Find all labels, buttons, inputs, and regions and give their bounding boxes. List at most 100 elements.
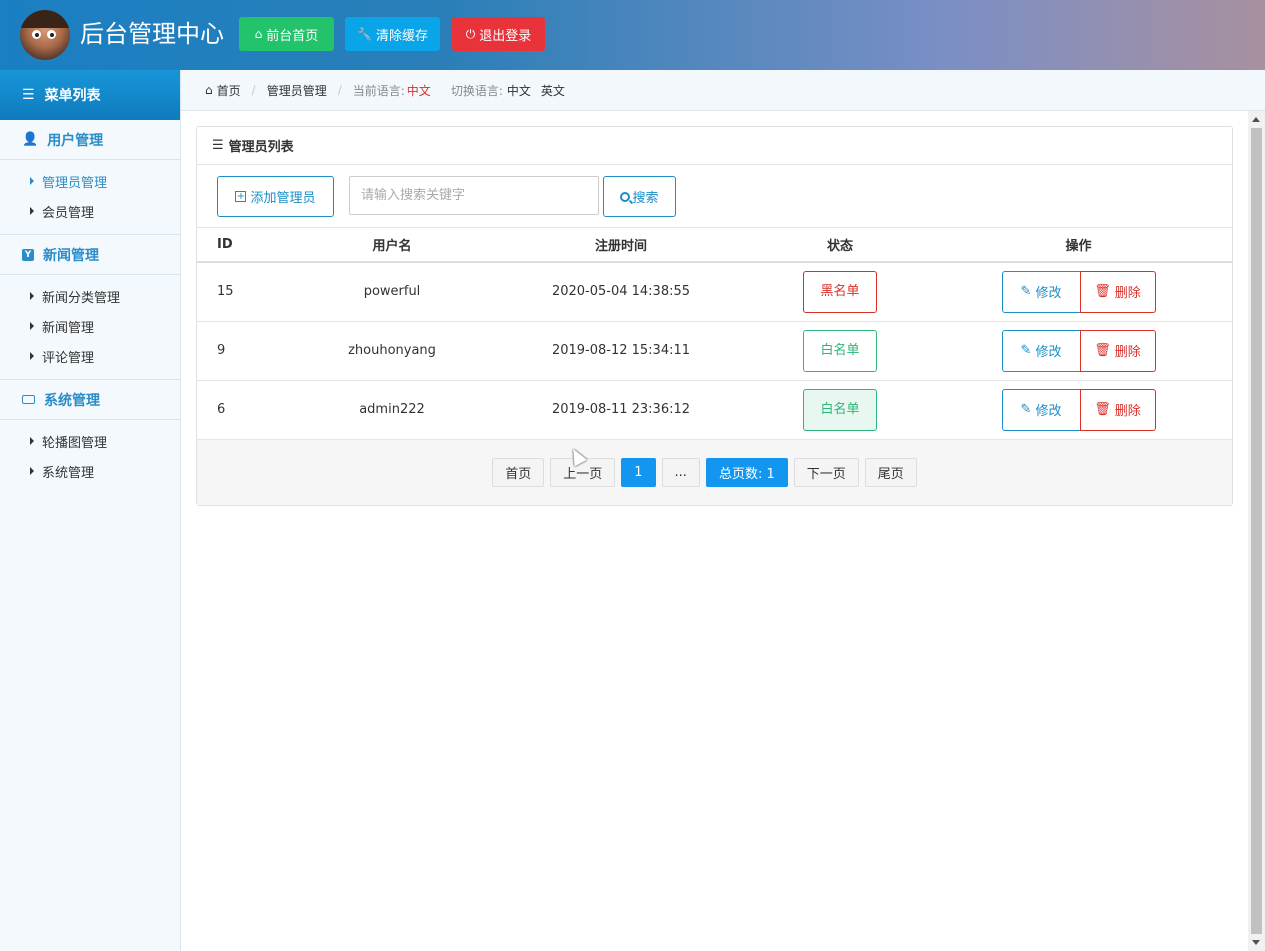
- column-header-status: 状态: [755, 228, 925, 263]
- table-row: 6 admin222 2019-08-11 23:36:12 白名单 ✎ 修改 …: [197, 380, 1232, 440]
- menu-header: ☰ 菜单列表: [0, 70, 180, 120]
- search-button[interactable]: 搜索: [603, 176, 676, 217]
- scroll-down-icon[interactable]: [1252, 940, 1260, 945]
- sidebar-item-news[interactable]: 新闻管理: [0, 311, 180, 341]
- first-page-button[interactable]: 首页: [492, 457, 545, 487]
- caret-right-icon: [30, 207, 34, 215]
- cell-username: zhouhonyang: [297, 321, 487, 381]
- trash-icon: 🗑: [1094, 343, 1111, 358]
- edit-icon: ✎: [1020, 343, 1032, 358]
- edit-icon: ✎: [1020, 284, 1032, 300]
- home-icon: ⌂: [205, 83, 213, 97]
- cell-id: 9: [197, 321, 297, 381]
- sidebar-group-system[interactable]: 系统管理: [0, 380, 180, 420]
- list-icon: ☰: [212, 138, 224, 153]
- plus-square-icon: +: [235, 191, 247, 202]
- cell-username: powerful: [297, 262, 487, 322]
- panel-title: 管理员列表: [228, 140, 294, 155]
- edit-button[interactable]: ✎ 修改: [1001, 388, 1081, 431]
- breadcrumb: ⌂ 首页 / 管理员管理 / 当前语言: 中文 切换语言: 中文 英文: [181, 70, 1265, 111]
- last-page-button[interactable]: 尾页: [864, 457, 917, 487]
- current-language-label: 当前语言:: [352, 83, 405, 98]
- edit-button[interactable]: ✎ 修改: [1001, 270, 1081, 313]
- sidebar-item-member[interactable]: 会员管理: [0, 196, 180, 226]
- vertical-scrollbar[interactable]: [1248, 111, 1265, 951]
- scroll-up-icon[interactable]: [1252, 117, 1260, 122]
- sidebar: ☰ 菜单列表 👤 用户管理 管理员管理 会员管理 Y 新闻管理 新闻分类管理 新…: [0, 70, 181, 951]
- add-admin-button[interactable]: + 添加管理员: [217, 176, 334, 217]
- breadcrumb-home[interactable]: 首页: [217, 82, 241, 99]
- status-badge[interactable]: 黑名单: [803, 270, 877, 313]
- site-title: 后台管理中心: [80, 20, 224, 48]
- caret-right-icon: [30, 177, 34, 185]
- toolbar: + 添加管理员 搜索: [197, 165, 1232, 228]
- cell-time: 2019-08-11 23:36:12: [487, 380, 755, 440]
- power-icon: ⏻: [465, 26, 476, 41]
- sidebar-item-system[interactable]: 系统管理: [0, 456, 180, 486]
- sidebar-group-news[interactable]: Y 新闻管理: [0, 235, 180, 275]
- table-header-row: ID 用户名 注册时间 状态 操作: [197, 228, 1232, 263]
- switch-language-en[interactable]: 英文: [541, 82, 565, 99]
- user-icon: 👤: [22, 132, 39, 147]
- admin-list-panel: ☰ 管理员列表 + 添加管理员 搜索 ID 用户名 注册时间 状态 操作: [196, 126, 1233, 506]
- caret-right-icon: [30, 292, 34, 300]
- cell-id: 15: [197, 262, 297, 322]
- sidebar-group-user[interactable]: 👤 用户管理: [0, 120, 180, 160]
- edit-icon: ✎: [1020, 402, 1032, 417]
- pagination-ellipsis: ...: [661, 457, 700, 487]
- table-row: 9 zhouhonyang 2019-08-12 15:34:11 白名单 ✎ …: [197, 321, 1232, 381]
- row-actions: ✎ 修改 🗑 删除: [1001, 270, 1156, 313]
- column-header-id: ID: [197, 228, 297, 263]
- table-row: 15 powerful 2020-05-04 14:38:55 黑名单 ✎ 修改…: [197, 262, 1232, 322]
- home-icon: ⌂: [254, 27, 263, 41]
- delete-button[interactable]: 🗑 删除: [1079, 388, 1156, 431]
- cell-time: 2019-08-12 15:34:11: [487, 321, 755, 381]
- switch-language-zh[interactable]: 中文: [507, 82, 531, 99]
- caret-right-icon: [30, 467, 34, 475]
- cell-username: admin222: [297, 380, 487, 440]
- scroll-thumb[interactable]: [1251, 128, 1262, 934]
- cell-time: 2020-05-04 14:38:55: [487, 262, 755, 322]
- delete-button[interactable]: 🗑 删除: [1079, 329, 1156, 372]
- total-pages-badge: 总页数: 1: [705, 457, 788, 487]
- wrench-icon: 🔧: [357, 27, 372, 41]
- drive-icon: [22, 395, 35, 404]
- column-header-time: 注册时间: [487, 228, 755, 263]
- sidebar-item-comments[interactable]: 评论管理: [0, 341, 180, 371]
- sidebar-item-news-category[interactable]: 新闻分类管理: [0, 281, 180, 311]
- breadcrumb-separator: /: [251, 83, 256, 97]
- sidebar-item-admin[interactable]: 管理员管理: [0, 166, 180, 196]
- top-header: 后台管理中心 ⌂ 前台首页 🔧 清除缓存 ⏻ 退出登录: [0, 0, 1265, 70]
- search-input[interactable]: [349, 176, 599, 215]
- caret-right-icon: [30, 322, 34, 330]
- status-badge[interactable]: 白名单: [803, 388, 877, 431]
- column-header-username: 用户名: [297, 228, 487, 263]
- delete-button[interactable]: 🗑 删除: [1079, 270, 1156, 313]
- trash-icon: 🗑: [1094, 402, 1111, 417]
- avatar: [20, 10, 70, 60]
- column-header-actions: 操作: [925, 228, 1232, 263]
- list-icon: ☰: [22, 87, 35, 103]
- next-page-button[interactable]: 下一页: [793, 457, 859, 487]
- row-actions: ✎ 修改 🗑 删除: [1001, 329, 1156, 372]
- frontend-home-button[interactable]: ⌂ 前台首页: [239, 17, 334, 51]
- pagination: 首页 上一页 1 ... 总页数: 1 下一页 尾页: [197, 439, 1232, 505]
- current-page-button[interactable]: 1: [621, 457, 656, 487]
- row-actions: ✎ 修改 🗑 删除: [1001, 388, 1156, 431]
- switch-language-label: 切换语言:: [450, 83, 503, 98]
- breadcrumb-separator: /: [337, 83, 342, 97]
- search-icon: [620, 191, 634, 204]
- caret-right-icon: [30, 352, 34, 360]
- current-language-value: 中文: [406, 83, 431, 98]
- admin-table: ID 用户名 注册时间 状态 操作 15 powerful 2020-05-04…: [197, 228, 1232, 440]
- trash-icon: 🗑: [1094, 284, 1111, 300]
- clear-cache-button[interactable]: 🔧 清除缓存: [345, 17, 440, 51]
- logout-button[interactable]: ⏻ 退出登录: [452, 17, 545, 51]
- status-badge[interactable]: 白名单: [803, 329, 877, 372]
- panel-header: ☰ 管理员列表: [197, 127, 1232, 165]
- cell-id: 6: [197, 380, 297, 440]
- y-icon: Y: [22, 248, 34, 261]
- sidebar-item-carousel[interactable]: 轮播图管理: [0, 426, 180, 456]
- breadcrumb-current[interactable]: 管理员管理: [267, 82, 327, 99]
- edit-button[interactable]: ✎ 修改: [1001, 329, 1081, 372]
